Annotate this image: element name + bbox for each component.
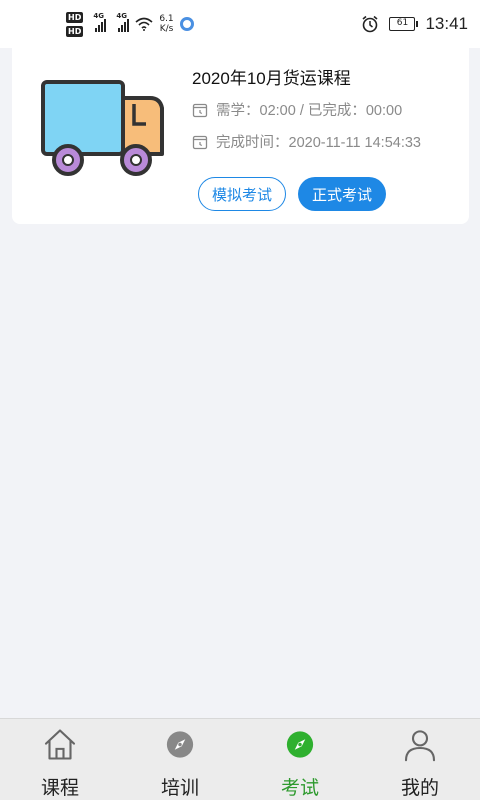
home-icon bbox=[44, 729, 76, 760]
speed-unit: K/s bbox=[159, 24, 174, 34]
clock: 13:41 bbox=[425, 14, 468, 33]
formal-exam-button[interactable]: 正式考试 bbox=[298, 177, 386, 211]
nav-item-mine[interactable]: 我的 bbox=[360, 719, 480, 800]
nav-item-training[interactable]: 培训 bbox=[120, 719, 240, 800]
course-title: 2020年10月货运课程 bbox=[192, 69, 351, 88]
status-left: HD HD 4G 4G 6.1 K/s bbox=[66, 0, 194, 48]
network-type: 4G bbox=[116, 12, 127, 20]
nav-label: 我的 bbox=[400, 778, 439, 799]
nav-label: 培训 bbox=[160, 778, 199, 799]
compass-icon bbox=[286, 731, 314, 758]
completed-time-text: 完成时间：2020-11-11 14:54:33 bbox=[216, 135, 421, 151]
study-info-text: 需学：02:00 / 已完成：00:00 bbox=[216, 103, 403, 119]
nav-item-exam[interactable]: 考试 bbox=[240, 719, 360, 800]
hd-badge: HD bbox=[66, 25, 84, 37]
nav-label: 课程 bbox=[40, 778, 79, 799]
alarm-icon bbox=[362, 15, 378, 33]
hd-indicators: HD HD bbox=[66, 11, 84, 37]
user-icon bbox=[404, 730, 436, 762]
completed-time-row: 完成时间：2020-11-11 14:54:33 bbox=[192, 131, 421, 152]
calendar-icon bbox=[192, 103, 208, 117]
course-card[interactable]: 2020年10月货运课程 需学：02:00 / 已完成：00:00 完成时间：2… bbox=[12, 48, 469, 224]
study-info-row: 需学：02:00 / 已完成：00:00 bbox=[192, 99, 402, 120]
signal-icon: 4G bbox=[93, 12, 107, 32]
network-type: 4G bbox=[93, 12, 104, 20]
network-speed: 6.1 K/s bbox=[159, 14, 173, 34]
nav-item-courses[interactable]: 课程 bbox=[0, 719, 120, 800]
cloud-icon bbox=[179, 17, 194, 31]
nav-label: 考试 bbox=[280, 778, 319, 799]
battery-icon: 61 bbox=[389, 17, 419, 31]
truck-icon bbox=[41, 80, 164, 176]
speed-value: 6.1 bbox=[159, 14, 174, 24]
compass-icon bbox=[166, 731, 194, 758]
wifi-icon bbox=[135, 17, 153, 31]
status-bar: HD HD 4G 4G 6.1 K/s 61 13:41 bbox=[0, 0, 480, 48]
status-right: 61 13:41 bbox=[361, 14, 468, 34]
calendar-icon bbox=[192, 135, 208, 149]
mock-exam-button[interactable]: 模拟考试 bbox=[198, 177, 286, 211]
signal-icon: 4G bbox=[116, 12, 130, 32]
bottom-nav: 课程 培训 考试 我的 bbox=[0, 718, 480, 800]
hd-badge: HD bbox=[66, 11, 84, 23]
